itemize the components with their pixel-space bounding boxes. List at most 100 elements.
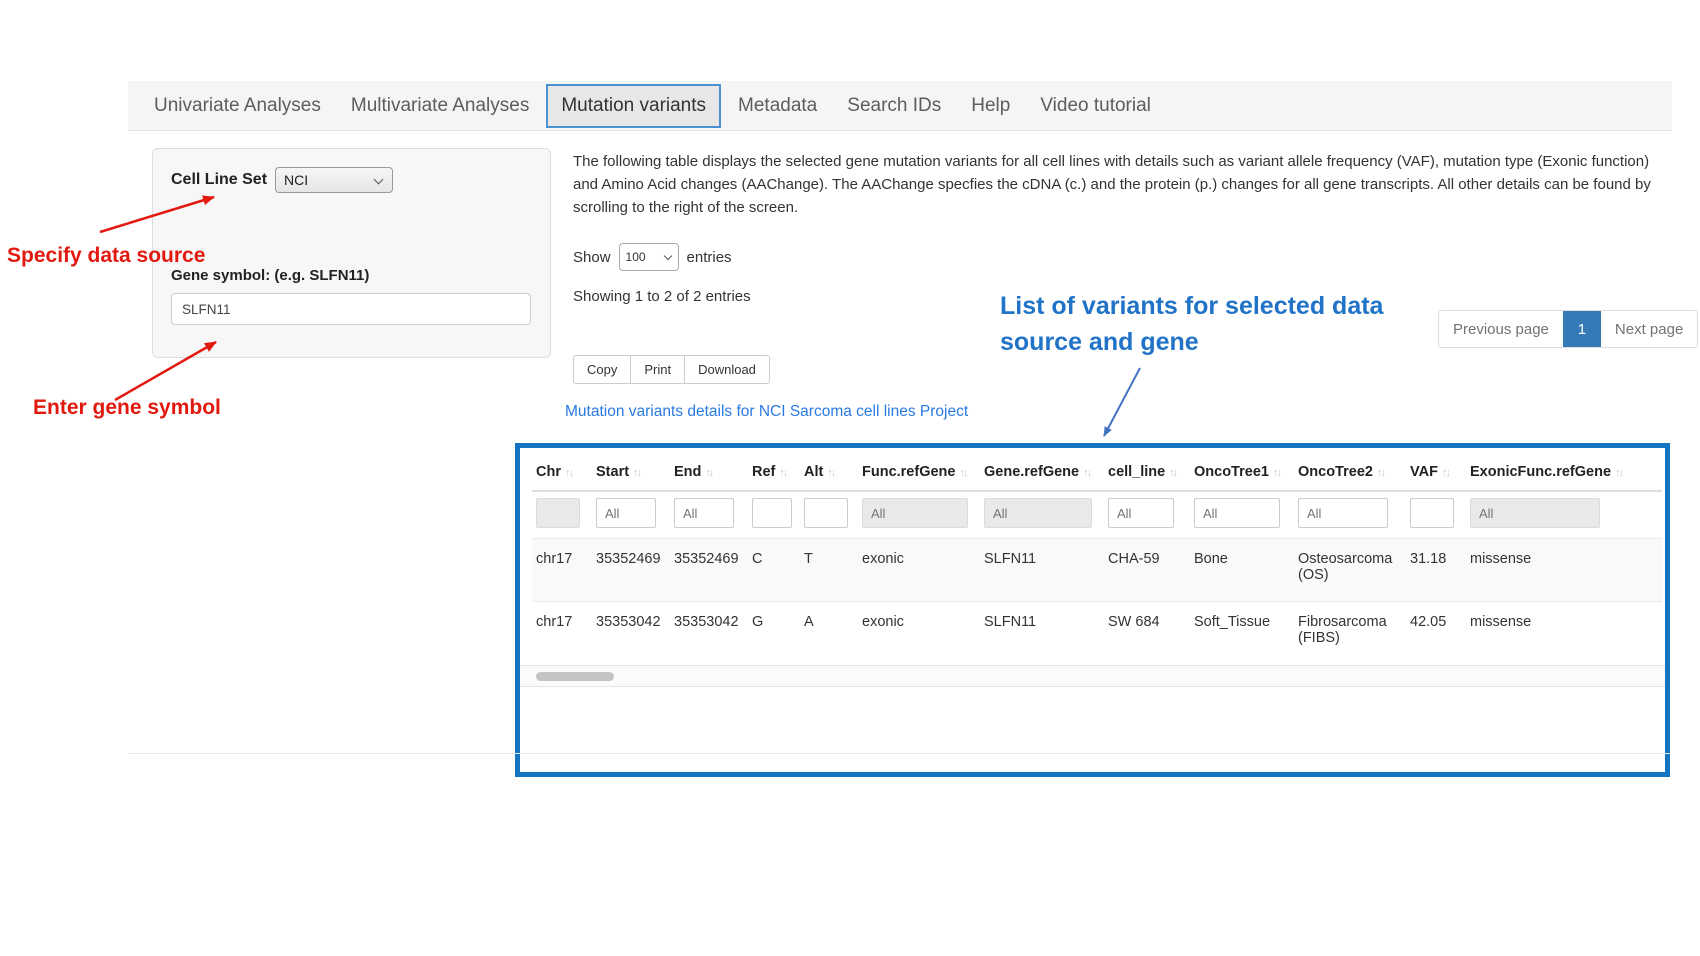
table-title-link[interactable]: Mutation variants details for NCI Sarcom… xyxy=(565,403,968,421)
filter-cell-line[interactable] xyxy=(1108,498,1174,528)
table-cell: missense xyxy=(1466,602,1662,665)
pagination: Previous page 1 Next page xyxy=(1438,310,1698,348)
list-of-variants-arrow xyxy=(1104,368,1140,436)
table-cell: Fibrosarcoma (FIBS) xyxy=(1294,602,1406,665)
sort-icon[interactable]: ↑↓ xyxy=(779,467,786,479)
table-row[interactable]: chr17 35352469 35352469 C T exonic SLFN1… xyxy=(532,539,1662,602)
tab-video-tutorial[interactable]: Video tutorial xyxy=(1040,95,1151,117)
column-header-gene-refgene[interactable]: Gene.refGene↑↓ xyxy=(980,448,1104,491)
gene-symbol-input[interactable] xyxy=(171,293,531,325)
column-header-end[interactable]: End↑↓ xyxy=(670,448,748,491)
sort-icon[interactable]: ↑↓ xyxy=(1615,467,1622,479)
table-cell: 35353042 xyxy=(592,602,670,665)
cell-line-set-value: NCI xyxy=(284,172,308,188)
table-cell: 42.05 xyxy=(1406,602,1466,665)
table-cell: CHA-59 xyxy=(1104,539,1190,602)
filter-ref[interactable] xyxy=(752,498,792,528)
table-cell: Bone xyxy=(1190,539,1294,602)
filter-row xyxy=(532,491,1662,539)
table-cell: A xyxy=(800,602,858,665)
tab-metadata[interactable]: Metadata xyxy=(738,95,817,117)
filter-exonicfunc-refgene[interactable] xyxy=(1470,498,1600,528)
sort-icon[interactable]: ↑↓ xyxy=(565,467,572,479)
table-cell: Soft_Tissue xyxy=(1190,602,1294,665)
table-cell: 35352469 xyxy=(670,539,748,602)
column-header-alt[interactable]: Alt↑↓ xyxy=(800,448,858,491)
filter-start[interactable] xyxy=(596,498,656,528)
sort-icon[interactable]: ↑↓ xyxy=(827,467,834,479)
cell-line-set-select[interactable]: NCI xyxy=(275,167,393,193)
chevron-down-icon xyxy=(663,252,671,260)
table-cell: SLFN11 xyxy=(980,539,1104,602)
table-cell: G xyxy=(748,602,800,665)
table-cell: exonic xyxy=(858,602,980,665)
enter-gene-symbol-note: Enter gene symbol xyxy=(33,396,221,420)
filter-func-refgene[interactable] xyxy=(862,498,968,528)
column-header-exonicfunc-refgene[interactable]: ExonicFunc.refGene↑↓ xyxy=(1466,448,1662,491)
sort-icon[interactable]: ↑↓ xyxy=(1273,467,1280,479)
page-length-select[interactable]: 100 xyxy=(619,243,679,271)
tab-univariate-analyses[interactable]: Univariate Analyses xyxy=(154,95,321,117)
column-header-vaf[interactable]: VAF↑↓ xyxy=(1406,448,1466,491)
filter-end[interactable] xyxy=(674,498,734,528)
filter-chr[interactable] xyxy=(536,498,580,528)
copy-button[interactable]: Copy xyxy=(573,355,631,384)
table-row[interactable]: chr17 35353042 35353042 G A exonic SLFN1… xyxy=(532,602,1662,665)
table-cell: missense xyxy=(1466,539,1662,602)
list-of-variants-note: List of variants for selected data sourc… xyxy=(1000,288,1383,360)
variants-table-container: Chr↑↓ Start↑↓ End↑↓ Ref↑↓ Alt↑↓ Func.ref… xyxy=(515,443,1670,777)
column-header-oncotree2[interactable]: OncoTree2↑↓ xyxy=(1294,448,1406,491)
filter-alt[interactable] xyxy=(804,498,848,528)
table-cell: SW 684 xyxy=(1104,602,1190,665)
sort-icon[interactable]: ↑↓ xyxy=(633,467,640,479)
top-navbar: Univariate Analyses Multivariate Analyse… xyxy=(128,81,1672,131)
sort-icon[interactable]: ↑↓ xyxy=(705,467,712,479)
tab-mutation-variants[interactable]: Mutation variants xyxy=(546,84,721,128)
scrollbar-thumb[interactable] xyxy=(536,672,614,681)
tab-help[interactable]: Help xyxy=(971,95,1010,117)
column-header-chr[interactable]: Chr↑↓ xyxy=(532,448,592,491)
column-header-start[interactable]: Start↑↓ xyxy=(592,448,670,491)
sort-icon[interactable]: ↑↓ xyxy=(959,467,966,479)
specify-data-source-note: Specify data source xyxy=(7,244,205,268)
page-1-button[interactable]: 1 xyxy=(1563,311,1601,347)
table-cell: T xyxy=(800,539,858,602)
showing-entries-status: Showing 1 to 2 of 2 entries xyxy=(573,288,751,305)
previous-page-button[interactable]: Previous page xyxy=(1439,311,1563,347)
column-header-ref[interactable]: Ref↑↓ xyxy=(748,448,800,491)
column-header-func-refgene[interactable]: Func.refGene↑↓ xyxy=(858,448,980,491)
filter-vaf[interactable] xyxy=(1410,498,1454,528)
mutation-variants-page: Univariate Analyses Multivariate Analyse… xyxy=(0,0,1700,956)
show-label: Show xyxy=(573,249,611,266)
table-cell: exonic xyxy=(858,539,980,602)
sort-icon[interactable]: ↑↓ xyxy=(1442,467,1449,479)
table-cell: chr17 xyxy=(532,539,592,602)
sort-icon[interactable]: ↑↓ xyxy=(1169,467,1176,479)
variants-table: Chr↑↓ Start↑↓ End↑↓ Ref↑↓ Alt↑↓ Func.ref… xyxy=(532,448,1662,664)
page-length-value: 100 xyxy=(626,250,646,264)
table-description: The following table displays the selecte… xyxy=(573,150,1658,219)
column-header-cell-line[interactable]: cell_line↑↓ xyxy=(1104,448,1190,491)
filter-oncotree1[interactable] xyxy=(1194,498,1280,528)
table-cell: Osteosarcoma (OS) xyxy=(1294,539,1406,602)
sort-icon[interactable]: ↑↓ xyxy=(1083,467,1090,479)
column-header-oncotree1[interactable]: OncoTree1↑↓ xyxy=(1190,448,1294,491)
show-entries-control: Show 100 entries xyxy=(573,243,732,271)
table-cell: 31.18 xyxy=(1406,539,1466,602)
next-page-button[interactable]: Next page xyxy=(1601,311,1697,347)
table-cell: SLFN11 xyxy=(980,602,1104,665)
print-button[interactable]: Print xyxy=(631,355,685,384)
page-divider xyxy=(128,753,1670,754)
download-button[interactable]: Download xyxy=(685,355,770,384)
tab-search-ids[interactable]: Search IDs xyxy=(847,95,941,117)
table-cell: 35352469 xyxy=(592,539,670,602)
table-cell: chr17 xyxy=(532,602,592,665)
filter-oncotree2[interactable] xyxy=(1298,498,1388,528)
entries-label: entries xyxy=(687,249,732,266)
sort-icon[interactable]: ↑↓ xyxy=(1377,467,1384,479)
tab-multivariate-analyses[interactable]: Multivariate Analyses xyxy=(351,95,529,117)
filter-gene-refgene[interactable] xyxy=(984,498,1092,528)
horizontal-scrollbar[interactable] xyxy=(520,665,1665,687)
table-cell: C xyxy=(748,539,800,602)
header-row: Chr↑↓ Start↑↓ End↑↓ Ref↑↓ Alt↑↓ Func.ref… xyxy=(532,448,1662,491)
